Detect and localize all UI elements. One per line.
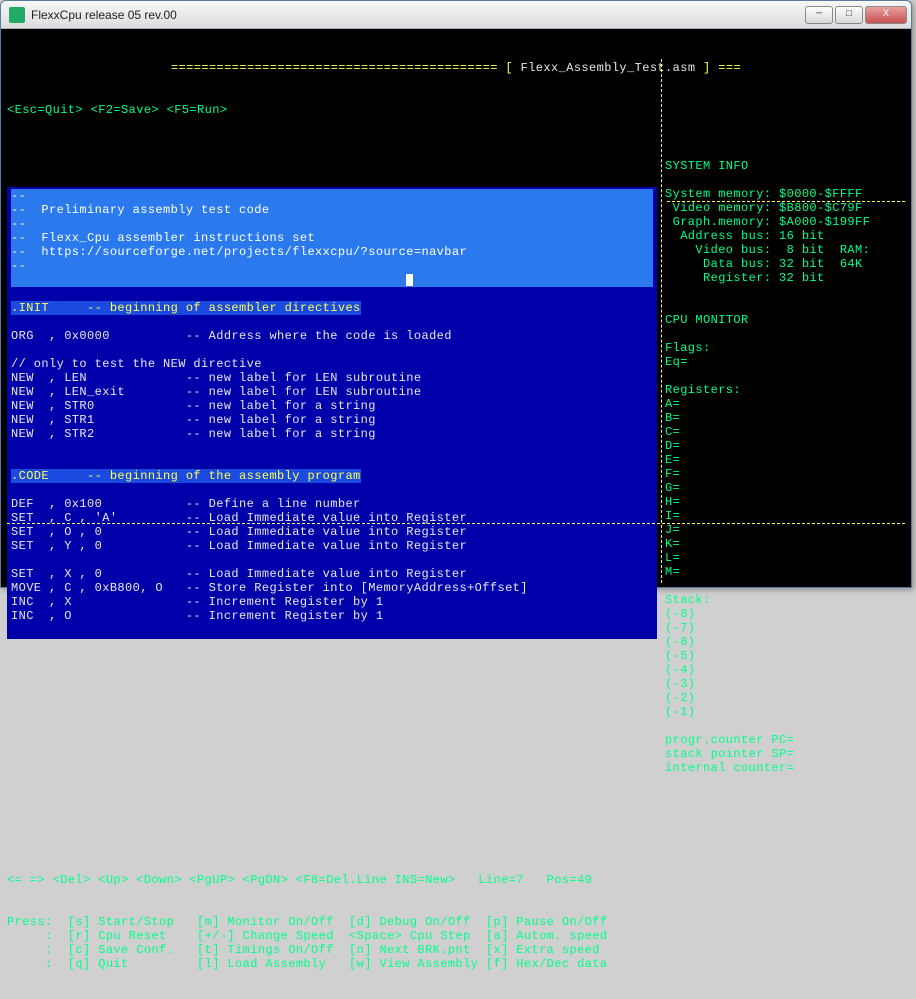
code-line: MOVE , C , 0xB800, O -- Store Register i… [11, 581, 653, 595]
code-line [11, 273, 653, 287]
sysinfo-divider [667, 201, 905, 202]
code-line: NEW , STR0 -- new label for a string [11, 399, 653, 413]
text-cursor [406, 274, 413, 286]
code-line [11, 343, 653, 357]
top-key-hints: <Esc=Quit> <F2=Save> <F5=Run> [7, 103, 905, 117]
code-line: NEW , LEN_exit -- new label for LEN subr… [11, 385, 653, 399]
code-line [11, 455, 653, 469]
code-line [11, 441, 653, 455]
code-line: NEW , LEN -- new label for LEN subroutin… [11, 371, 653, 385]
code-line [11, 623, 653, 637]
code-line: SET , X , 0 -- Load Immediate value into… [11, 567, 653, 581]
code-line [11, 287, 653, 301]
code-line: NEW , STR2 -- new label for a string [11, 427, 653, 441]
code-line: .INIT -- beginning of assembler directiv… [11, 301, 653, 315]
help-line: : [c] Save Conf. [t] Timings On/Off [n] … [7, 943, 905, 957]
code-line: -- [11, 259, 653, 273]
close-button[interactable]: X [865, 6, 907, 24]
maximize-button[interactable]: □ [835, 6, 863, 24]
code-line: .CODE -- beginning of the assembly progr… [11, 469, 653, 483]
help-line: : [q] Quit [l] Load Assembly [w] View As… [7, 957, 905, 971]
footer-divider [7, 523, 905, 524]
code-line: -- Flexx_Cpu assembler instructions set [11, 231, 653, 245]
code-line: DEF , 0x100 -- Define a line number [11, 497, 653, 511]
main-row: ---- Preliminary assembly test code---- … [7, 159, 905, 775]
code-line: INC , O -- Increment Register by 1 [11, 609, 653, 623]
help-line: Press: [s] Start/Stop [m] Monitor On/Off… [7, 915, 905, 929]
titlebar[interactable]: FlexxCpu release 05 rev.00 ─ □ X [1, 1, 911, 29]
code-line: -- https://sourceforge.net/projects/flex… [11, 245, 653, 259]
file-header: ========================================… [7, 61, 905, 75]
code-line: -- [11, 217, 653, 231]
side-panel: SYSTEM INFO System memory: $0000-$FFFF V… [657, 159, 905, 775]
code-line: SET , O , 0 -- Load Immediate value into… [11, 525, 653, 539]
app-window: FlexxCpu release 05 rev.00 ─ □ X =======… [0, 0, 912, 588]
code-line: -- Preliminary assembly test code [11, 203, 653, 217]
code-line [11, 483, 653, 497]
code-line [11, 553, 653, 567]
window-title: FlexxCpu release 05 rev.00 [31, 8, 805, 22]
app-icon [9, 7, 25, 23]
nav-key-hints: <= => <Del> <Up> <Down> <PgUP> <PgDN> <F… [7, 873, 905, 887]
code-line: ORG , 0x0000 -- Address where the code i… [11, 329, 653, 343]
terminal: ========================================… [1, 29, 911, 587]
code-line: NEW , STR1 -- new label for a string [11, 413, 653, 427]
code-line: -- [11, 189, 653, 203]
code-line: INC , X -- Increment Register by 1 [11, 595, 653, 609]
code-line: SET , Y , 0 -- Load Immediate value into… [11, 539, 653, 553]
editor-column: ---- Preliminary assembly test code---- … [7, 159, 657, 775]
code-line [11, 315, 653, 329]
code-line: // only to test the NEW directive [11, 357, 653, 371]
window-controls: ─ □ X [805, 6, 907, 24]
minimize-button[interactable]: ─ [805, 6, 833, 24]
filename: Flexx_Assembly_Test.asm [521, 61, 696, 75]
help-line: : [r] Cpu Reset [+/-] Change Speed <Spac… [7, 929, 905, 943]
help-panel: Press: [s] Start/Stop [m] Monitor On/Off… [7, 915, 905, 971]
vertical-divider [661, 59, 663, 583]
code-editor[interactable]: ---- Preliminary assembly test code---- … [7, 187, 657, 639]
